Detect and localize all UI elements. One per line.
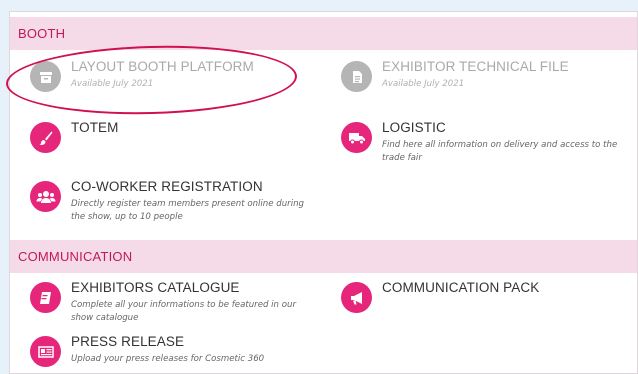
paintbrush-icon (30, 122, 61, 153)
truck-icon (341, 122, 372, 153)
item-totem[interactable]: TOTEM (30, 120, 290, 154)
archive-box-icon (30, 61, 61, 92)
item-communication-pack[interactable]: COMMUNICATION PACK (341, 280, 601, 314)
megaphone-icon (341, 282, 372, 313)
item-description: Find here all information on delivery an… (382, 140, 618, 163)
item-description: Directly register team members present o… (71, 199, 304, 222)
document-icon (341, 61, 372, 92)
item-exhibitors-catalogue[interactable]: EXHIBITORS CATALOGUE Complete all your i… (30, 280, 310, 327)
item-co-worker-registration[interactable]: CO-WORKER REGISTRATION Directly register… (30, 179, 310, 226)
item-title: LOGISTIC (382, 120, 446, 135)
item-title: LAYOUT BOOTH PLATFORM (71, 59, 254, 74)
item-description: Upload your press releases for Cosmetic … (71, 354, 265, 364)
item-description: Available July 2021 (382, 79, 465, 89)
item-layout-booth-platform[interactable]: LAYOUT BOOTH PLATFORM Available July 202… (30, 59, 290, 101)
item-title: EXHIBITOR TECHNICAL FILE (382, 59, 569, 74)
catalogue-icon (30, 282, 61, 313)
item-description: Available July 2021 (71, 79, 154, 89)
item-title: COMMUNICATION PACK (382, 280, 540, 295)
users-icon (30, 181, 61, 212)
section-header-communication: COMMUNICATION (10, 240, 637, 273)
item-press-release[interactable]: PRESS RELEASE Upload your press releases… (30, 334, 290, 372)
item-title: TOTEM (71, 120, 119, 135)
item-exhibitor-technical-file[interactable]: EXHIBITOR TECHNICAL FILE Available July … (341, 59, 621, 101)
item-title: EXHIBITORS CATALOGUE (71, 280, 240, 295)
item-title: CO-WORKER REGISTRATION (71, 179, 263, 194)
item-logistic[interactable]: LOGISTIC Find here all information on de… (341, 120, 626, 167)
newspaper-icon (30, 336, 61, 367)
item-title: PRESS RELEASE (71, 334, 185, 349)
item-description: Complete all your informations to be fea… (71, 300, 296, 323)
section-header-booth: BOOTH (10, 17, 637, 50)
